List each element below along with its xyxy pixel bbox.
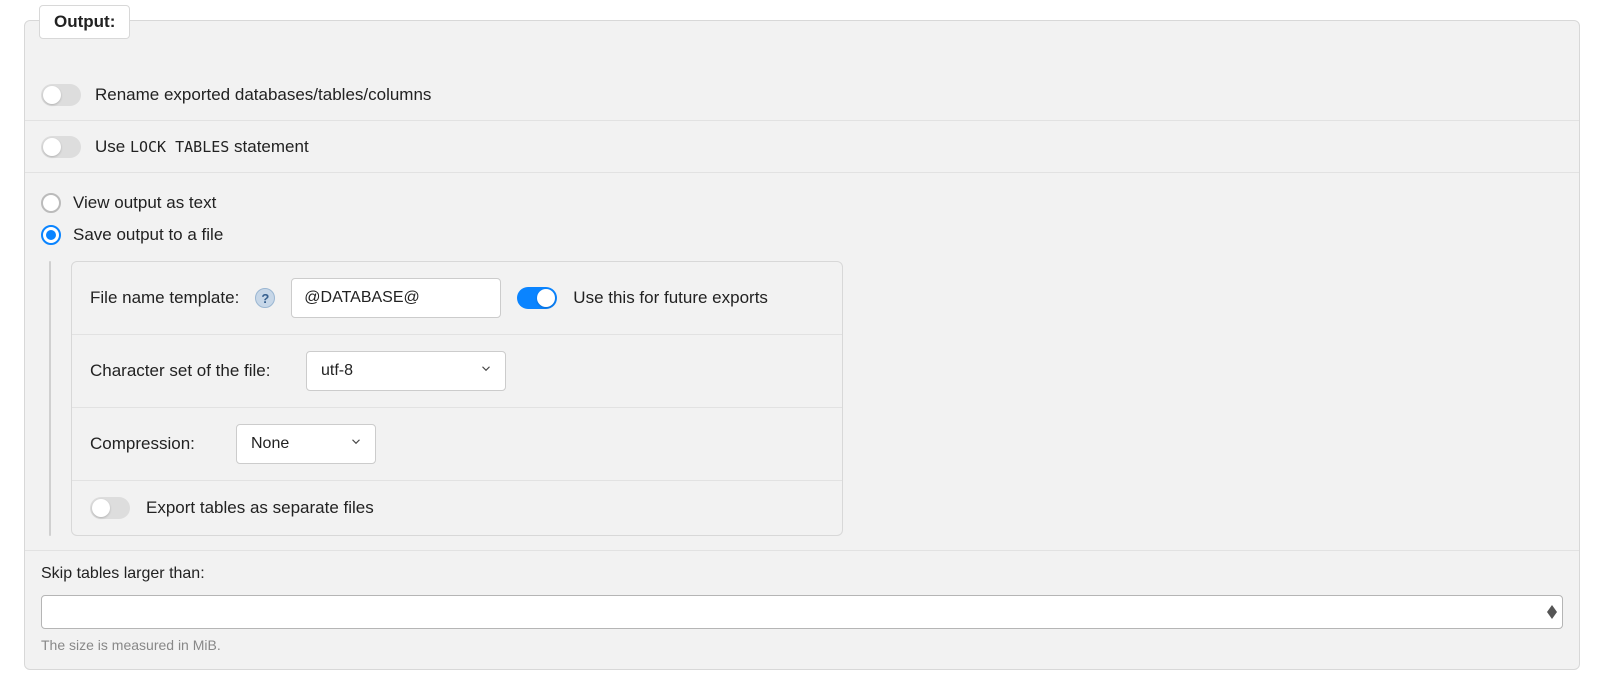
compression-row: Compression: None: [72, 408, 842, 481]
charset-select[interactable]: utf-8: [306, 351, 506, 391]
charset-value: utf-8: [321, 362, 353, 380]
skip-tables-helper: The size is measured in MiB.: [41, 637, 1563, 653]
lock-suffix: statement: [229, 137, 308, 156]
output-fieldset: Output: Rename exported databases/tables…: [24, 20, 1580, 670]
stepper-down-icon[interactable]: [1547, 612, 1557, 619]
save-to-file-row: Save output to a file: [41, 219, 1563, 251]
view-as-text-label: View output as text: [73, 193, 216, 213]
filename-template-row: File name template: ? Use this for futur…: [72, 262, 842, 335]
lock-tables-toggle[interactable]: [41, 136, 81, 158]
lock-tables-label: Use LOCK TABLES statement: [95, 137, 309, 157]
rename-row: Rename exported databases/tables/columns: [25, 69, 1579, 121]
charset-label: Character set of the file:: [90, 361, 290, 381]
rename-toggle[interactable]: [41, 84, 81, 106]
skip-tables-input[interactable]: [41, 595, 1563, 629]
compression-value: None: [251, 435, 289, 453]
save-to-file-label: Save output to a file: [73, 225, 223, 245]
export-separate-toggle[interactable]: [90, 497, 130, 519]
filename-template-input[interactable]: [291, 278, 501, 318]
output-mode-group: View output as text Save output to a fil…: [25, 173, 1579, 550]
lock-tables-row: Use LOCK TABLES statement: [25, 121, 1579, 173]
skip-tables-section: Skip tables larger than: The size is mea…: [25, 550, 1579, 657]
lock-code: LOCK TABLES: [130, 138, 229, 156]
subpanel-indent-bar: [49, 261, 51, 536]
skip-tables-input-wrap: [41, 595, 1563, 629]
help-icon[interactable]: ?: [255, 288, 275, 308]
save-to-file-radio[interactable]: [41, 225, 61, 245]
stepper-up-icon[interactable]: [1547, 605, 1557, 612]
save-file-subpanel-wrap: File name template: ? Use this for futur…: [41, 261, 1563, 536]
export-separate-row: Export tables as separate files: [72, 481, 842, 535]
skip-tables-label: Skip tables larger than:: [41, 565, 1563, 583]
output-legend: Output:: [39, 5, 130, 39]
chevron-down-icon: [349, 435, 363, 454]
charset-row: Character set of the file: utf-8: [72, 335, 842, 408]
future-exports-toggle[interactable]: [517, 287, 557, 309]
view-as-text-radio[interactable]: [41, 193, 61, 213]
lock-prefix: Use: [95, 137, 130, 156]
skip-tables-stepper[interactable]: [1547, 605, 1557, 619]
save-file-subpanel: File name template: ? Use this for futur…: [71, 261, 843, 536]
compression-select[interactable]: None: [236, 424, 376, 464]
rename-label: Rename exported databases/tables/columns: [95, 85, 431, 105]
future-exports-label: Use this for future exports: [573, 288, 768, 308]
chevron-down-icon: [479, 362, 493, 381]
compression-label: Compression:: [90, 434, 220, 454]
filename-template-label: File name template:: [90, 288, 239, 308]
view-as-text-row: View output as text: [41, 187, 1563, 219]
export-separate-label: Export tables as separate files: [146, 498, 374, 518]
